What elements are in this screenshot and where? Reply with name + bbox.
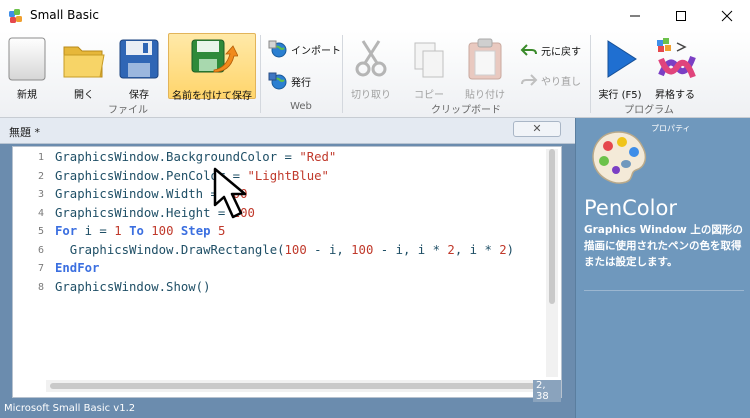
- floppy-disk-icon: [119, 39, 159, 79]
- line-number-gutter: 1 2 3 4 5 6 7 8: [13, 147, 46, 397]
- code-line: GraphicsWindow.BackgroundColor = "Red": [55, 150, 337, 164]
- clipboard-group-label: クリップボード: [431, 105, 501, 116]
- new-button[interactable]: 新規: [4, 35, 50, 101]
- copy-icon: [414, 42, 444, 78]
- minimize-button[interactable]: [612, 0, 658, 31]
- undo-label: 元に戻す: [541, 46, 581, 58]
- help-divider: [584, 290, 744, 291]
- vertical-scrollbar[interactable]: [546, 149, 558, 377]
- graduate-icon: [657, 38, 696, 79]
- close-icon: [721, 10, 733, 21]
- line-number: 7: [37, 263, 44, 274]
- save-as-icon: [191, 39, 238, 73]
- run-label: 実行 (F5): [598, 90, 642, 101]
- ribbon-separator: [260, 35, 261, 113]
- line-number: 8: [37, 282, 44, 293]
- play-icon: [607, 40, 637, 78]
- help-panel: プロパティ PenColor Graphics Window 上の図形の描画に使…: [575, 118, 750, 418]
- maximize-icon: [676, 10, 686, 21]
- code-editor[interactable]: 1 2 3 4 5 6 7 8 GraphicsWindow.Backgroun…: [12, 146, 562, 402]
- code-line: EndFor: [55, 261, 100, 275]
- import-label: インポート: [291, 45, 341, 57]
- document-title: 無題 *: [9, 126, 40, 139]
- globe-import-icon: [268, 40, 287, 58]
- cut-label: 切り取り: [351, 90, 391, 101]
- editor-window: 無題 * ✕ 1 2 3 4 5 6 7 8 GraphicsWindow.Ba…: [0, 118, 575, 402]
- cursor-position: 2, 38: [533, 380, 561, 402]
- undo-button[interactable]: 元に戻す: [520, 41, 581, 59]
- folder-open-icon: [63, 46, 105, 78]
- line-number: 6: [37, 245, 44, 256]
- horizontal-scrollbar[interactable]: [46, 380, 546, 392]
- help-description: Graphics Window 上の図形の描画に使用されたペンの色を取得または設…: [584, 224, 743, 268]
- publish-label: 発行: [291, 77, 311, 89]
- file-group-label: ファイル: [108, 105, 148, 116]
- code-line: GraphicsWindow.Show(): [55, 280, 211, 294]
- code-line: GraphicsWindow.DrawRectangle(100 - i, 10…: [55, 243, 515, 257]
- line-number: 3: [37, 189, 44, 200]
- paste-label: 貼り付け: [465, 90, 505, 101]
- scrollbar-thumb[interactable]: [549, 149, 555, 304]
- save-label: 保存: [129, 90, 149, 101]
- paste-button[interactable]: 貼り付け: [460, 35, 510, 101]
- code-line: For i = 1 To 100 Step 5: [55, 224, 226, 238]
- import-button[interactable]: インポート: [268, 39, 341, 59]
- clipboard-paste-icon: [468, 38, 502, 80]
- window-title: Small Basic: [30, 8, 99, 22]
- ribbon-separator: [590, 35, 591, 113]
- save-as-label: 名前を付けて保存: [172, 91, 252, 102]
- graduate-button[interactable]: 昇格する: [650, 35, 700, 101]
- line-number: 2: [37, 171, 44, 182]
- undo-arrow-icon: [520, 44, 537, 56]
- status-text: Microsoft Small Basic v1.2: [4, 403, 136, 414]
- redo-button[interactable]: やり直し: [520, 71, 581, 89]
- line-number: 4: [37, 208, 44, 219]
- redo-label: やり直し: [541, 76, 581, 88]
- ribbon-separator: [342, 35, 343, 113]
- help-category: プロパティ: [651, 124, 691, 133]
- code-line: GraphicsWindow.PenColor = "LightBlue": [55, 169, 329, 183]
- paint-palette-icon: [592, 131, 647, 184]
- minimize-icon: [630, 15, 640, 16]
- new-document-icon: [8, 37, 46, 81]
- graduate-label: 昇格する: [655, 90, 695, 101]
- small-basic-logo-icon: [9, 9, 22, 23]
- close-document-button[interactable]: ✕: [513, 121, 561, 137]
- open-label: 開く: [74, 90, 94, 101]
- line-number: 1: [37, 152, 44, 163]
- document-tab: 無題 * ✕: [0, 118, 575, 144]
- new-label: 新規: [17, 90, 37, 101]
- status-bar: Microsoft Small Basic v1.2: [0, 402, 575, 418]
- run-button[interactable]: 実行 (F5): [594, 35, 646, 101]
- line-number: 5: [37, 226, 44, 237]
- open-button[interactable]: 開く: [58, 35, 110, 101]
- redo-arrow-icon: [521, 74, 538, 86]
- maximize-button[interactable]: [658, 0, 704, 31]
- scrollbar-thumb[interactable]: [50, 383, 535, 389]
- mouse-pointer-icon: [213, 167, 247, 219]
- help-title: PenColor: [584, 196, 677, 220]
- globe-publish-icon: [268, 72, 287, 90]
- publish-button[interactable]: 発行: [268, 71, 311, 91]
- copy-button[interactable]: コピー: [406, 35, 452, 101]
- web-group-label: Web: [290, 101, 312, 112]
- title-bar: Small Basic: [0, 0, 750, 31]
- scissors-icon: [355, 40, 387, 77]
- close-button[interactable]: [704, 0, 750, 31]
- save-as-button[interactable]: 名前を付けて保存: [168, 33, 256, 102]
- program-group-label: プログラム: [624, 105, 674, 116]
- ribbon-toolbar: 新規 開く 保存 名前を付けて保存 ファイル インポート 発行 Web 切り取り…: [0, 31, 750, 118]
- cut-button[interactable]: 切り取り: [348, 35, 394, 101]
- save-button[interactable]: 保存: [114, 35, 164, 101]
- copy-label: コピー: [414, 90, 444, 101]
